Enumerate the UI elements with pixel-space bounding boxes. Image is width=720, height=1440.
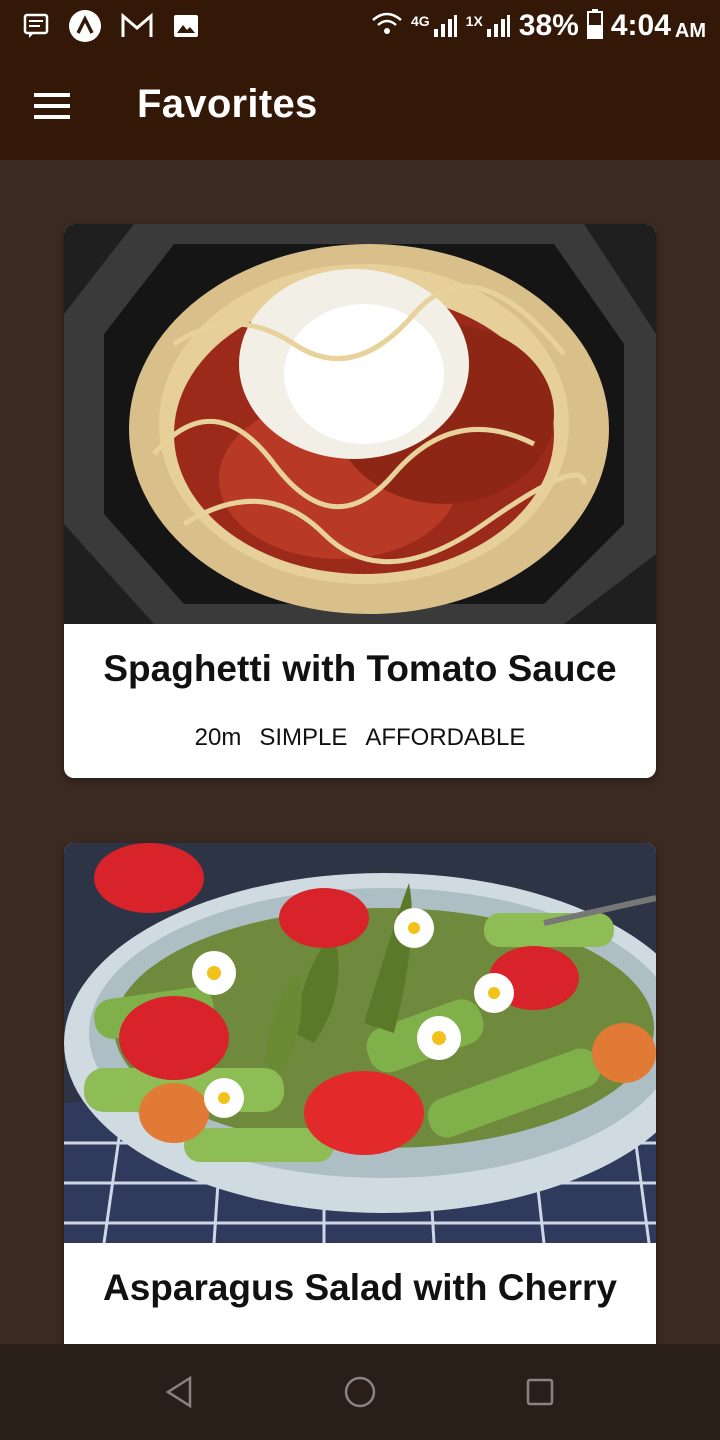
meal-image-spaghetti	[64, 224, 656, 624]
image-icon	[172, 12, 200, 45]
home-icon	[344, 1376, 376, 1408]
menu-icon	[34, 93, 70, 119]
recents-button[interactable]	[520, 1372, 560, 1412]
meal-duration: 20m	[194, 724, 242, 751]
back-button[interactable]	[160, 1372, 200, 1412]
menu-button[interactable]	[22, 78, 82, 134]
back-icon	[165, 1375, 192, 1409]
app-a-icon	[68, 9, 102, 48]
gmail-icon	[120, 12, 154, 45]
network-1-label: 4G	[410, 13, 430, 29]
meal-image-asparagus	[64, 843, 656, 1243]
status-right: 4G 1X 38% 4:04 AM	[371, 4, 706, 48]
recents-icon	[526, 1378, 554, 1406]
signal-1-icon: 4G	[411, 13, 458, 39]
meal-affordability: AFFORDABLE	[365, 724, 526, 751]
meal-title: Asparagus Salad with Cherry	[102, 1267, 618, 1308]
battery-icon	[586, 8, 603, 44]
battery-percent: 38%	[518, 9, 579, 42]
network-2-label: 1X	[465, 13, 483, 29]
app-bar: Favorites	[0, 52, 720, 160]
status-left-icons	[22, 9, 200, 48]
meal-details: 20m SIMPLE AFFORDABLE	[64, 724, 656, 752]
home-button[interactable]	[340, 1372, 380, 1412]
status-bar: 4G 1X 38% 4:04 AM	[0, 0, 720, 52]
meal-title: Spaghetti with Tomato Sauce	[103, 648, 617, 689]
signal-2-icon: 1X	[466, 13, 511, 39]
clock-time: 4:04	[610, 9, 671, 42]
navigation-bar	[0, 1344, 720, 1440]
message-icon	[22, 12, 50, 45]
wifi-icon	[371, 12, 403, 41]
meal-card-spaghetti[interactable]: Spaghetti with Tomato Sauce 20m SIMPLE A…	[64, 224, 656, 778]
meal-complexity: SIMPLE	[259, 724, 348, 751]
clock-ampm: AM	[674, 19, 706, 42]
meal-card-asparagus[interactable]: Asparagus Salad with Cherry	[64, 843, 656, 1344]
favorites-list[interactable]: Spaghetti with Tomato Sauce 20m SIMPLE A…	[0, 160, 720, 1344]
page-title: Favorites	[137, 82, 318, 126]
